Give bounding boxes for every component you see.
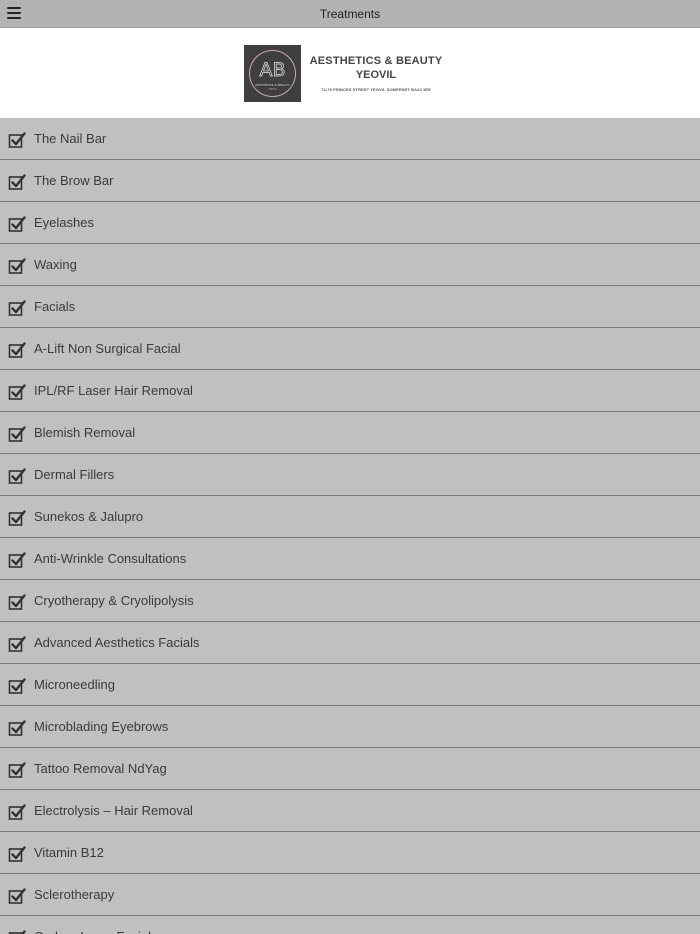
checkbox-checked-icon — [8, 845, 26, 863]
checkbox-checked-icon — [8, 131, 26, 149]
logo-small-sub: YEOVIL — [268, 88, 277, 91]
list-item-label: Facials — [34, 299, 76, 314]
list-item[interactable]: Eyelashes — [0, 202, 700, 244]
list-item[interactable]: The Nail Bar — [0, 118, 700, 160]
checkbox-checked-icon — [8, 677, 26, 695]
list-item[interactable]: Anti-Wrinkle Consultations — [0, 538, 700, 580]
checkbox-checked-icon — [8, 173, 26, 191]
checkbox-checked-icon — [8, 719, 26, 737]
brand-logo: AB AESTHETICS & BEAUTY YEOVIL AESTHETICS… — [243, 44, 443, 102]
brand-name: AESTHETICS & BEAUTY — [309, 54, 443, 67]
list-item-label: Anti-Wrinkle Consultations — [34, 551, 187, 566]
list-item-label: Advanced Aesthetics Facials — [34, 635, 200, 650]
list-item-label: Microneedling — [34, 677, 115, 692]
treatments-list: The Nail Bar The Brow Bar Eyelashes Waxing F… — [0, 118, 700, 934]
logo-monogram-text: AB — [259, 59, 285, 81]
checkbox-checked-icon — [8, 509, 26, 527]
list-item[interactable]: Waxing — [0, 244, 700, 286]
list-item[interactable]: Sclerotherapy — [0, 874, 700, 916]
brand-text: AESTHETICS & BEAUTY YEOVIL 73-75 PRINCES… — [310, 55, 443, 92]
checkbox-checked-icon — [8, 551, 26, 569]
checkbox-checked-icon — [8, 803, 26, 821]
hamburger-menu-icon[interactable] — [7, 7, 21, 19]
checkbox-checked-icon — [8, 383, 26, 401]
list-item-label: Tattoo Removal NdYag — [34, 761, 167, 776]
list-item[interactable]: The Brow Bar — [0, 160, 700, 202]
list-item-label: Sunekos & Jalupro — [34, 509, 144, 524]
list-item-label: Carbon Laser Facial — [34, 929, 151, 934]
checkbox-checked-icon — [8, 761, 26, 779]
list-item[interactable]: Electrolysis – Hair Removal — [0, 790, 700, 832]
list-item-label: Sclerotherapy — [34, 887, 115, 902]
checkbox-checked-icon — [8, 929, 26, 934]
list-item-label: Vitamin B12 — [34, 845, 104, 860]
list-item-label: Blemish Removal — [34, 425, 136, 440]
brand-header: AB AESTHETICS & BEAUTY YEOVIL AESTHETICS… — [0, 28, 700, 118]
checkbox-checked-icon — [8, 215, 26, 233]
page-title: Treatments — [319, 6, 381, 21]
list-item[interactable]: Microneedling — [0, 664, 700, 706]
checkbox-checked-icon — [8, 341, 26, 359]
list-item[interactable]: Advanced Aesthetics Facials — [0, 622, 700, 664]
list-item-label: The Nail Bar — [34, 131, 107, 146]
list-item[interactable]: Carbon Laser Facial — [0, 916, 700, 934]
list-item[interactable]: Dermal Fillers — [0, 454, 700, 496]
list-item[interactable]: Cryotherapy & Cryolipolysis — [0, 580, 700, 622]
checkbox-checked-icon — [8, 299, 26, 317]
logo-monogram-box: AB AESTHETICS & BEAUTY YEOVIL — [243, 44, 301, 102]
list-item[interactable]: Microblading Eyebrows — [0, 706, 700, 748]
list-item[interactable]: A-Lift Non Surgical Facial — [0, 328, 700, 370]
top-bar: Treatments — [0, 0, 700, 28]
checkbox-checked-icon — [8, 635, 26, 653]
list-item-label: A-Lift Non Surgical Facial — [34, 341, 181, 356]
list-item-label: Eyelashes — [34, 215, 94, 230]
list-item[interactable]: Sunekos & Jalupro — [0, 496, 700, 538]
checkbox-checked-icon — [8, 257, 26, 275]
list-item[interactable]: Tattoo Removal NdYag — [0, 748, 700, 790]
checkbox-checked-icon — [8, 467, 26, 485]
logo-small-text: AESTHETICS & BEAUTY — [255, 83, 290, 87]
list-item-label: The Brow Bar — [34, 173, 114, 188]
list-item-label: IPL/RF Laser Hair Removal — [34, 383, 193, 398]
list-item-label: Dermal Fillers — [34, 467, 115, 482]
monogram-logo-icon: AB AESTHETICS & BEAUTY YEOVIL — [248, 49, 296, 97]
list-item-label: Cryotherapy & Cryolipolysis — [34, 593, 194, 608]
checkbox-checked-icon — [8, 425, 26, 443]
list-item-label: Electrolysis – Hair Removal — [34, 803, 193, 818]
checkbox-checked-icon — [8, 887, 26, 905]
list-item-label: Waxing — [34, 257, 77, 272]
list-item[interactable]: Vitamin B12 — [0, 832, 700, 874]
brand-address: 73-75 PRINCES STREET YEOVIL SOMERSET BA2… — [321, 86, 431, 92]
brand-location: YEOVIL — [355, 68, 397, 81]
list-item[interactable]: IPL/RF Laser Hair Removal — [0, 370, 700, 412]
list-item-label: Microblading Eyebrows — [34, 719, 169, 734]
list-item[interactable]: Blemish Removal — [0, 412, 700, 454]
checkbox-checked-icon — [8, 593, 26, 611]
list-item[interactable]: Facials — [0, 286, 700, 328]
